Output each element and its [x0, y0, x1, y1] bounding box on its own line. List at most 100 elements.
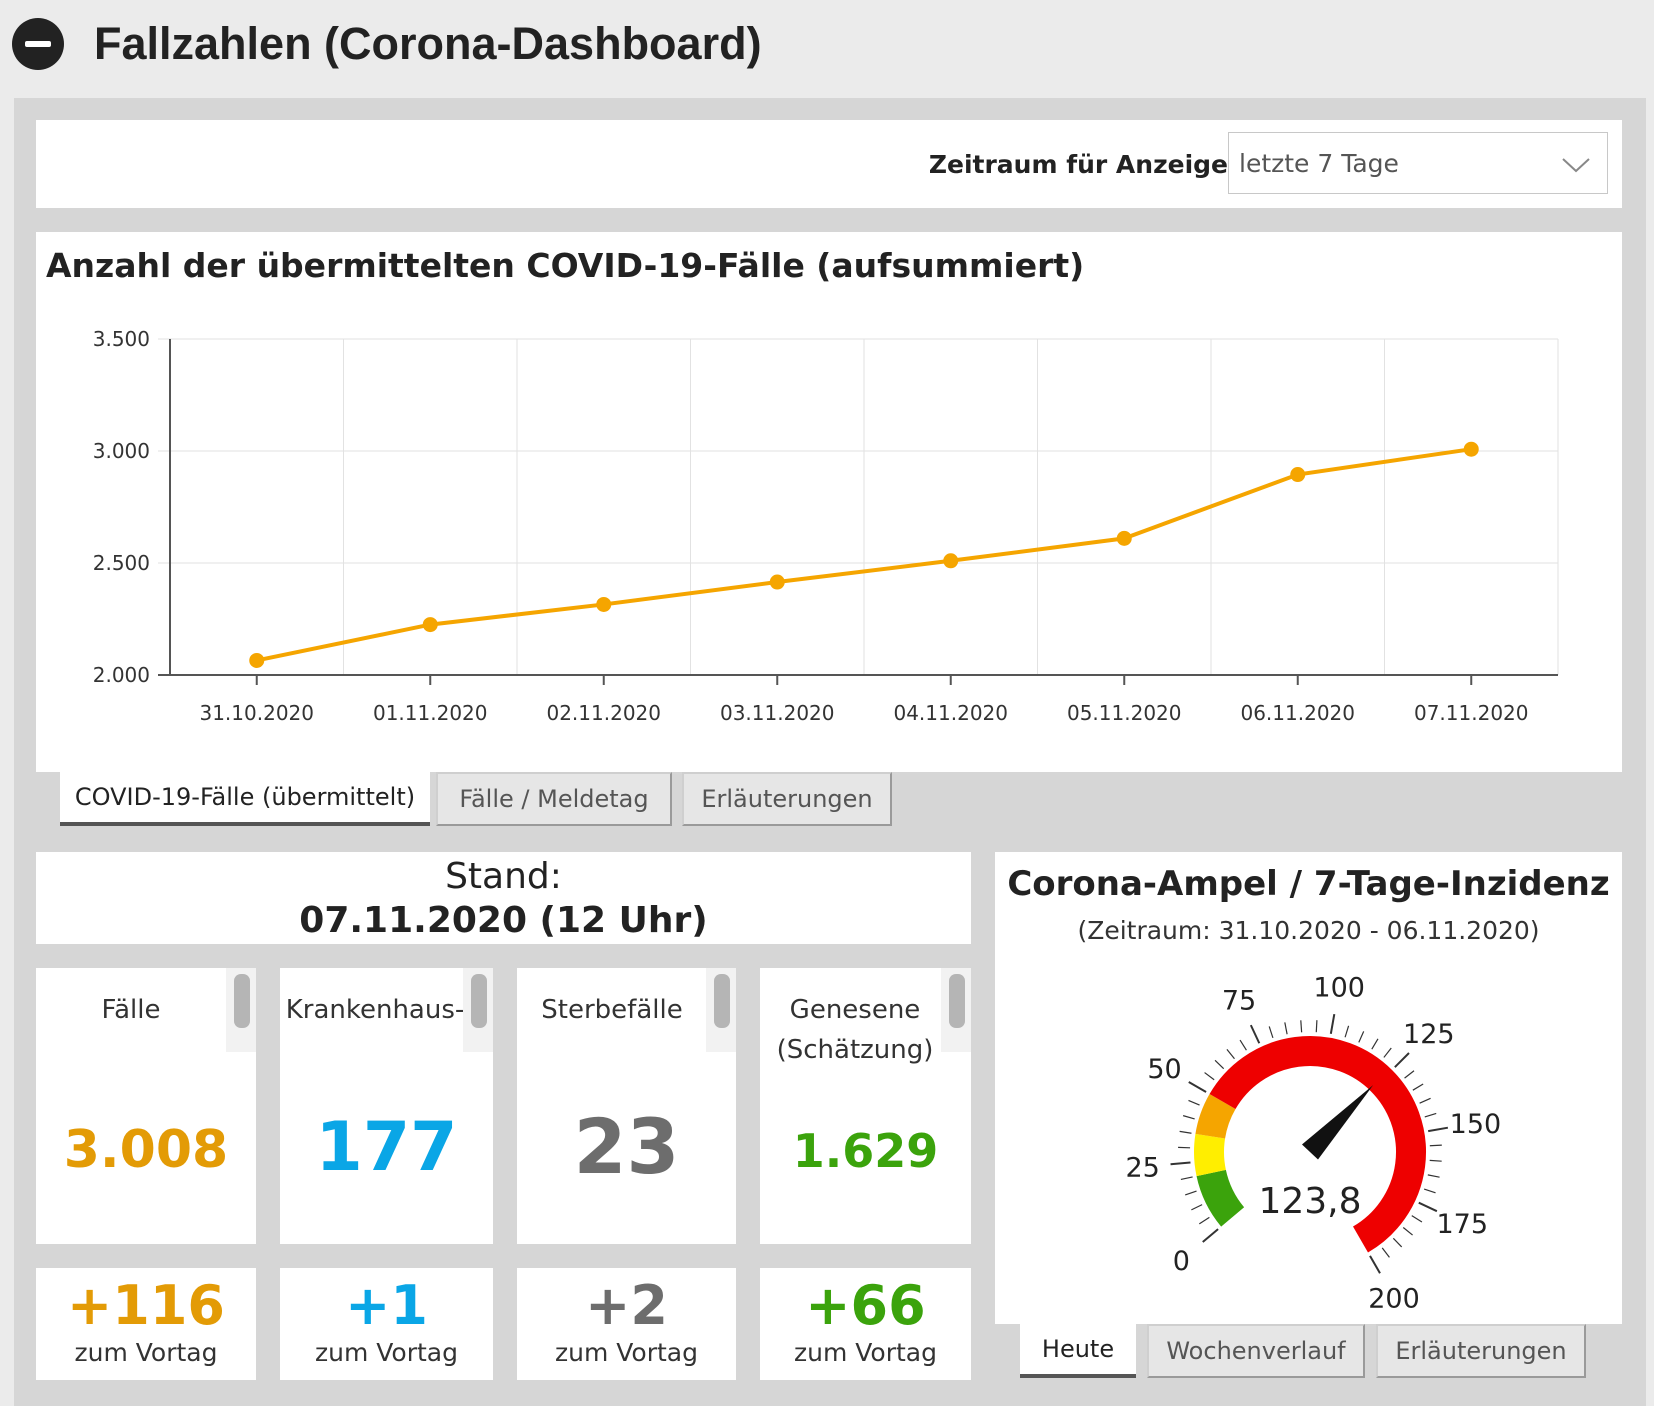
- tab-covid-cases[interactable]: COVID-19-Fälle (übermittelt): [60, 772, 430, 826]
- gauge-tick: [1179, 1130, 1192, 1134]
- gauge-tick: [1369, 1255, 1381, 1274]
- gauge-tick: [1329, 1013, 1336, 1034]
- kpi-card-deaths: Sterbefälle 23: [517, 968, 736, 1244]
- gauge-tick: [1188, 1081, 1207, 1093]
- status-date-panel: Stand: 07.11.2020 (12 Uhr): [36, 852, 971, 944]
- chevron-down-icon: [1562, 158, 1590, 173]
- incidence-gauge: 0 25 50 75 100 125 150 175 200 123,8: [1125, 973, 1502, 1315]
- gauge-tick: [1226, 1049, 1235, 1060]
- gauge-tick: [1182, 1115, 1195, 1120]
- gauge-tick: [1428, 1126, 1449, 1133]
- page-title: Fallzahlen (Corona-Dashboard): [94, 18, 762, 69]
- gauge-scale-label: 100: [1313, 973, 1365, 1004]
- kpi-card-recovered: Genesene (Schätzung) 1.629: [760, 968, 971, 1244]
- period-select[interactable]: letzte 7 Tage: [1228, 132, 1608, 194]
- incidence-gauge-panel: Corona-Ampel / 7-Tage-Inzidenz (Zeitraum…: [995, 852, 1622, 1324]
- gauge-tick: [1184, 1190, 1197, 1196]
- delta-card-recovered: +66 zum Vortag: [760, 1268, 971, 1380]
- kpi-value: 23: [573, 1102, 680, 1191]
- gauge-value: 123,8: [1258, 1181, 1361, 1222]
- kpi-scrollbar[interactable]: [706, 968, 736, 1052]
- gauge-tick: [1202, 1228, 1219, 1243]
- kpi-card-cases: Fälle 3.008: [36, 968, 256, 1244]
- delta-value: +1: [345, 1274, 428, 1337]
- delta-value: +116: [67, 1274, 225, 1337]
- period-filter-label: Zeitraum für Anzeige:: [928, 150, 1238, 179]
- page-header: Fallzahlen (Corona-Dashboard): [0, 0, 1654, 98]
- gauge-band: [1195, 1094, 1236, 1140]
- gauge-band: [1194, 1133, 1226, 1177]
- gauge-tick: [1344, 1025, 1350, 1038]
- tab-explanations-chart[interactable]: Erläuterungen: [682, 772, 892, 826]
- gauge-tick: [1170, 1161, 1191, 1166]
- tab-today[interactable]: Heute: [1020, 1324, 1136, 1378]
- status-date-label: Stand:: [445, 856, 562, 897]
- x-tick-label: 06.11.2020: [1240, 701, 1355, 725]
- y-tick-label: 2.000: [93, 663, 150, 687]
- delta-card-deaths: +2 zum Vortag: [517, 1268, 736, 1380]
- gauge-scale-label: 0: [1173, 1246, 1190, 1277]
- gauge-tick: [1180, 1176, 1193, 1181]
- gauge-tick: [1315, 1020, 1318, 1033]
- kpi-scrollbar[interactable]: [226, 968, 256, 1052]
- gauge-tick: [1284, 1022, 1288, 1035]
- gauge-tick: [1198, 1216, 1210, 1225]
- tab-week-history[interactable]: Wochenverlauf: [1147, 1324, 1365, 1378]
- kpi-label: Sterbefälle: [541, 995, 683, 1025]
- delta-label: zum Vortag: [74, 1338, 218, 1367]
- gauge-tick: [1300, 1020, 1303, 1033]
- gauge-tick: [1268, 1026, 1274, 1039]
- data-point: [1290, 467, 1306, 483]
- x-tick-label: 03.11.2020: [720, 701, 835, 725]
- tab-explanations-gauge[interactable]: Erläuterungen: [1376, 1324, 1586, 1378]
- data-point: [943, 553, 959, 569]
- kpi-card-hospital: Krankenhaus- 177: [280, 968, 493, 1244]
- x-tick-label: 31.10.2020: [199, 701, 314, 725]
- delta-card-cases: +116 zum Vortag: [36, 1268, 256, 1380]
- delta-label: zum Vortag: [315, 1338, 458, 1367]
- kpi-value: 177: [315, 1108, 458, 1187]
- kpi-scrollbar[interactable]: [941, 968, 971, 1052]
- gauge-band: [1196, 1169, 1245, 1227]
- tab-cases-per-report-day[interactable]: Fälle / Meldetag: [436, 772, 672, 826]
- gauge-tick: [1429, 1159, 1442, 1162]
- gauge-tick: [1412, 1083, 1424, 1091]
- gauge-tick: [1392, 1237, 1403, 1248]
- gauge-scale-label: 200: [1368, 1283, 1420, 1314]
- gauge-scale-label: 150: [1450, 1109, 1502, 1140]
- gauge-scale-label: 75: [1222, 986, 1256, 1017]
- gauge-needle: [1301, 1085, 1374, 1160]
- gauge-tick: [1411, 1215, 1423, 1223]
- cases-chart-panel: Anzahl der übermittelten COVID-19-Fälle …: [36, 232, 1622, 772]
- gauge-tick: [1402, 1227, 1413, 1236]
- gauge-tick: [1381, 1247, 1390, 1258]
- kpi-label: Krankenhaus-: [285, 995, 465, 1025]
- collapse-minus-icon[interactable]: [12, 18, 64, 70]
- gauge-scale-label: 125: [1403, 1019, 1455, 1050]
- gauge-tick: [1249, 1024, 1261, 1044]
- gauge-scale-label: 50: [1147, 1054, 1181, 1085]
- gauge-tick: [1239, 1039, 1247, 1051]
- gauge-tick: [1429, 1144, 1442, 1147]
- gauge-tick: [1191, 1204, 1203, 1211]
- status-date-value: 07.11.2020 (12 Uhr): [299, 900, 708, 941]
- y-tick-label: 3.000: [93, 439, 150, 463]
- delta-label: zum Vortag: [555, 1338, 698, 1367]
- gauge-tick: [1424, 1112, 1437, 1118]
- gauge-tick: [1404, 1070, 1415, 1079]
- data-point: [422, 617, 438, 633]
- kpi-scrollbar[interactable]: [463, 968, 493, 1052]
- x-tick-label: 05.11.2020: [1067, 701, 1182, 725]
- kpi-value: 1.629: [792, 1124, 939, 1178]
- kpi-label: Genesene (Schätzung): [776, 995, 934, 1065]
- cases-line-chart: 2.000 2.500 3.000 3.500 31.10.2020 01.11.2020…: [93, 327, 1559, 725]
- y-tick-label: 3.500: [93, 327, 150, 351]
- gauge-tick: [1214, 1059, 1225, 1070]
- gauge-tick: [1419, 1097, 1431, 1104]
- data-point: [249, 652, 265, 668]
- gauge-tick: [1383, 1047, 1392, 1058]
- delta-card-hospital: +1 zum Vortag: [280, 1268, 493, 1380]
- gauge-tick: [1423, 1188, 1436, 1194]
- delta-value: +2: [585, 1274, 668, 1337]
- kpi-value: 3.008: [63, 1120, 229, 1180]
